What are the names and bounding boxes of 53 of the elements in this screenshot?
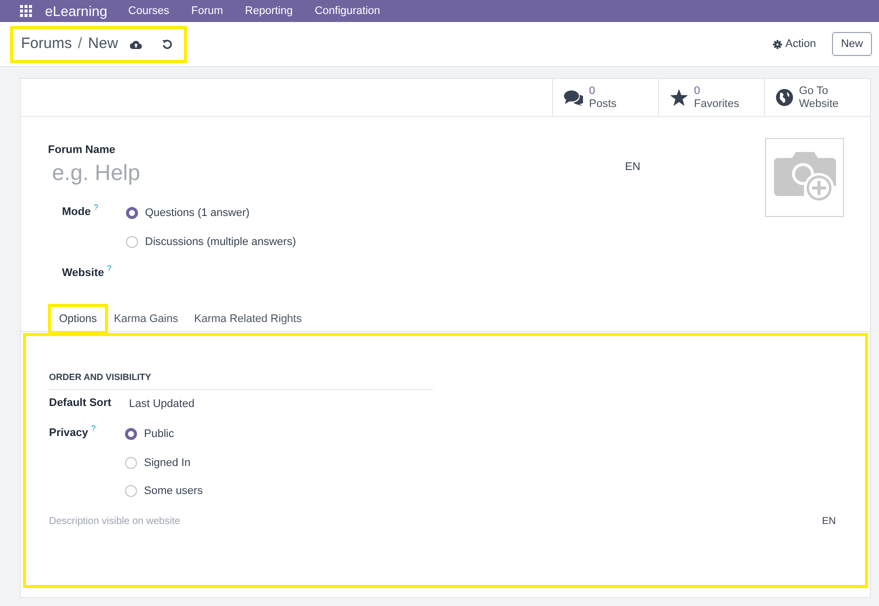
add-photo-icon xyxy=(774,152,836,204)
breadcrumb-current: New xyxy=(88,34,118,54)
tab[interactable]: Karma Gains xyxy=(106,306,186,332)
sort-select-field[interactable]: Last Updated xyxy=(129,396,194,412)
field-label: Website xyxy=(62,266,104,281)
stat-button[interactable]: Go To Website xyxy=(764,79,870,116)
stat-label: Favorites xyxy=(694,98,740,110)
menu-item[interactable]: Configuration xyxy=(304,2,392,20)
radio-label: Some users xyxy=(144,484,203,499)
star-icon xyxy=(670,89,688,106)
menu-item[interactable]: Reporting xyxy=(234,2,304,20)
name-input-field[interactable]: e.g. Help xyxy=(48,157,588,187)
field-label: Mode xyxy=(62,205,91,220)
gear-icon xyxy=(773,40,782,48)
language-button[interactable]: EN xyxy=(625,159,640,176)
help-icon[interactable]: ? xyxy=(94,204,98,220)
chat-bubbles-icon xyxy=(564,90,583,106)
language-button[interactable]: EN xyxy=(822,514,836,529)
radio-button[interactable] xyxy=(125,485,137,498)
stat-label: Posts xyxy=(589,98,617,110)
radio-button[interactable] xyxy=(126,236,138,248)
stat-value: 0 xyxy=(694,84,702,98)
field-label: Privacy xyxy=(49,426,88,441)
field-label: Default Sort xyxy=(49,396,112,411)
section-heading: ORDER AND VISIBILITY xyxy=(49,372,152,382)
radio-label: Discussions (multiple answers) xyxy=(145,234,296,250)
tab[interactable]: Options xyxy=(50,306,106,332)
new-button[interactable]: New xyxy=(832,32,872,56)
radio-button[interactable] xyxy=(126,207,138,220)
stat-label: Go To Website xyxy=(799,84,840,110)
help-icon[interactable]: ? xyxy=(106,265,112,282)
field-label: Forum Name xyxy=(48,143,116,158)
apps-menu-icon[interactable] xyxy=(20,5,32,17)
breadcrumb-link[interactable]: Forums xyxy=(21,32,72,56)
stat-value: 0 xyxy=(589,84,596,98)
menu-item[interactable]: Courses xyxy=(117,2,180,20)
radio-label: Signed In xyxy=(144,456,190,470)
cloud-upload-icon[interactable] xyxy=(130,40,142,48)
breadcrumb-separator: / xyxy=(78,34,82,54)
stat-button[interactable]: 0 Favorites xyxy=(658,79,764,116)
radio-label: Public xyxy=(144,427,174,442)
action-button[interactable]: Action xyxy=(773,36,816,52)
radio-button[interactable] xyxy=(125,456,137,469)
radio-button[interactable] xyxy=(125,428,137,440)
help-icon[interactable]: ? xyxy=(91,425,96,442)
globe-icon xyxy=(776,89,793,106)
discard-icon[interactable] xyxy=(162,39,172,49)
stat-button[interactable]: 0 Posts xyxy=(552,79,658,116)
app-name[interactable]: eLearning xyxy=(45,0,108,22)
radio-label: Questions (1 answer) xyxy=(145,206,250,221)
description-input-field[interactable]: Description visible on website xyxy=(49,514,649,529)
menu-item[interactable]: Forum xyxy=(180,2,234,20)
tab[interactable]: Karma Related Rights xyxy=(186,306,310,332)
